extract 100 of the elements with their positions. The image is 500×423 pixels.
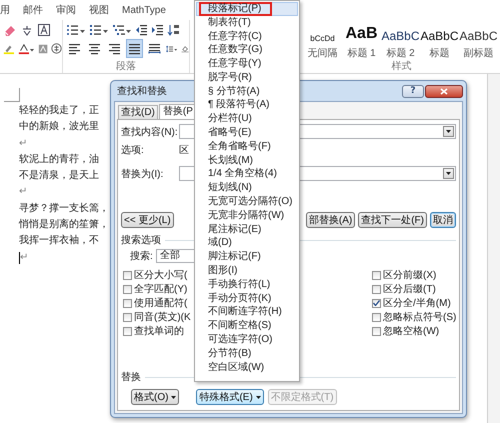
pinyin-guide-icon[interactable] (20, 24, 34, 36)
paragraph-mark: ↵ (19, 136, 28, 151)
ribbon-tab[interactable]: 视图 (89, 3, 109, 17)
align-right-icon[interactable] (108, 42, 121, 54)
checkbox-label: 区分前缀(X) (383, 269, 436, 282)
increase-indent-icon[interactable] (151, 24, 164, 36)
checkbox-label: 区分全/半角(M) (383, 296, 451, 310)
character-border-icon[interactable] (37, 24, 51, 36)
menu-item[interactable]: 无宽非分隔符(W) (196, 208, 298, 223)
checkbox[interactable] (372, 298, 381, 308)
window-title: 查找和替换 (117, 84, 167, 98)
document-text: 我挥一挥衣袖，不 (19, 234, 99, 248)
caret-icon (446, 172, 451, 175)
dialog-tab[interactable]: 查找(D) (118, 105, 158, 119)
menu-item[interactable]: 空白区域(W) (196, 360, 298, 375)
justify-icon[interactable] (128, 42, 141, 54)
close-icon[interactable] (440, 88, 448, 94)
checkbox[interactable] (123, 298, 132, 308)
menu-item[interactable]: § 分节符(A) (196, 84, 298, 99)
checkbox[interactable] (123, 312, 132, 322)
menu-item[interactable]: 分节符(B) (196, 346, 298, 361)
menu-item[interactable]: 域(D) (196, 236, 298, 250)
menu-item[interactable]: 无宽可选分隔符(O) (196, 195, 298, 209)
checkbox-label: 忽略标点符号(S) (383, 310, 456, 324)
menu-item[interactable]: 手动换行符(L) (196, 278, 298, 292)
dialog-button[interactable]: 取消 (430, 212, 456, 228)
font-color-icon[interactable] (18, 42, 35, 54)
menu-item[interactable]: 短划线(N) (196, 181, 298, 196)
decrease-indent-icon[interactable] (135, 24, 148, 36)
group-label: 段落 (115, 61, 137, 73)
menu-item[interactable]: 任意字母(Y) (196, 57, 298, 71)
document-text: 中的新娘，波光里 (19, 120, 99, 134)
section-title: 替换 (121, 370, 141, 384)
style-preview[interactable]: AaB (345, 25, 378, 43)
checkbox[interactable] (372, 312, 381, 322)
style-name: 副标题 (464, 46, 494, 60)
dropdown-button[interactable] (443, 126, 454, 137)
dialog-button[interactable]: 查找下一处(F) (358, 212, 427, 228)
menu-item[interactable]: 不间断空格(S) (196, 319, 298, 334)
help-button[interactable]: ? (402, 84, 424, 98)
checkbox[interactable] (372, 270, 381, 280)
menu-item[interactable]: 任意字符(C) (196, 30, 298, 44)
dropdown-button[interactable] (443, 168, 454, 179)
checkbox-label: 全字匹配(Y) (134, 282, 188, 296)
menu-item[interactable]: ¶ 段落符号(A) (196, 98, 298, 112)
checkbox-label: 区分后缀(T) (383, 282, 436, 296)
menu-item[interactable]: 可选连字符(O) (196, 333, 298, 347)
multilevel-list-icon[interactable] (112, 24, 132, 36)
menu-item[interactable]: 脱字号(R) (196, 70, 298, 85)
style-name: 标题 2 (386, 46, 415, 60)
checkbox-label: 使用通配符( (134, 296, 188, 310)
menu-item[interactable]: 1/4 全角空格(4) (196, 168, 298, 182)
style-preview[interactable]: AaBbC (420, 29, 459, 43)
align-left-icon[interactable] (68, 42, 81, 54)
menu-item[interactable]: 段落标记(P) (196, 2, 298, 16)
less-button[interactable]: << 更少(L) (121, 212, 174, 228)
style-name: 标题 1 (347, 46, 376, 60)
menu-item[interactable]: 任意数字(G) (196, 43, 298, 58)
ribbon-tab[interactable]: MathType (122, 4, 166, 16)
checkbox[interactable] (123, 326, 132, 336)
menu-item[interactable]: 全角省略号(F) (196, 140, 298, 154)
dialog-button[interactable]: 格式(O) (131, 389, 180, 405)
close-button[interactable] (425, 84, 463, 98)
bullet-list-icon[interactable] (66, 24, 86, 36)
enclosed-character-icon[interactable] (50, 42, 62, 55)
ribbon-tab[interactable]: 审阅 (56, 3, 76, 17)
menu-item[interactable]: 长划线(M) (196, 154, 298, 168)
menu-item[interactable]: 不间断连字符(H) (196, 306, 298, 320)
document-text: 软泥上的青荇，油 (19, 152, 99, 167)
style-preview[interactable]: bCcDd (310, 34, 335, 43)
menu-item[interactable]: 分栏符(U) (196, 112, 298, 126)
menu-item[interactable]: 手动分页符(K) (196, 292, 298, 306)
checkbox-label: 忽略空格(W) (383, 324, 440, 338)
ribbon-tab[interactable]: 用 (0, 3, 10, 17)
numbered-list-icon[interactable] (89, 24, 109, 36)
ribbon-tab[interactable]: 邮件 (23, 3, 43, 17)
menu-item[interactable]: 制表符(T) (196, 16, 298, 30)
sort-icon[interactable] (167, 24, 180, 36)
style-preview[interactable]: AaBbC (459, 29, 498, 43)
dialog-tab[interactable]: 替换(P (158, 104, 197, 119)
checkbox[interactable] (123, 270, 132, 280)
dialog-button[interactable]: 部替换(A) (306, 212, 356, 228)
field-label: 搜索: (130, 250, 153, 263)
line-spacing-icon[interactable] (166, 42, 178, 54)
highlighter-icon[interactable] (3, 42, 15, 54)
caret-icon (446, 130, 451, 133)
field-label: 查找内容(N): (121, 126, 179, 138)
menu-item[interactable]: 尾注标记(E) (196, 222, 298, 237)
checkbox[interactable] (123, 284, 132, 294)
checkbox[interactable] (372, 284, 381, 294)
align-center-icon[interactable] (88, 42, 101, 54)
style-preview[interactable]: AaBbC (381, 29, 420, 43)
check-icon (373, 300, 380, 306)
distributed-icon[interactable] (148, 42, 161, 54)
menu-item[interactable]: 图形(I) (196, 264, 298, 278)
dialog-button[interactable]: 特殊格式(E) (196, 389, 264, 405)
menu-item[interactable]: 省略号(E) (196, 126, 298, 140)
style-name: 无间隔 (308, 47, 338, 60)
checkbox[interactable] (372, 326, 381, 336)
document-text: 悄悄是别离的笙箫， (19, 218, 109, 232)
